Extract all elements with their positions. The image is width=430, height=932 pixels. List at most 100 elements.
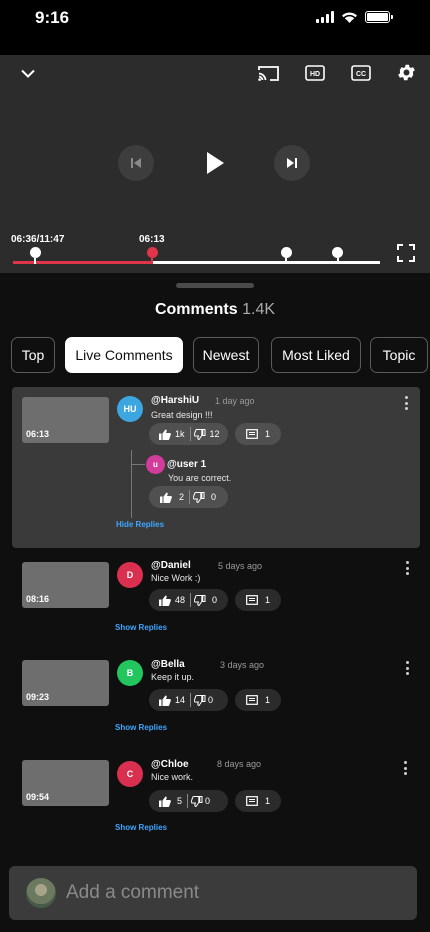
thumbs-up-icon[interactable] <box>159 796 171 807</box>
signal-icon <box>316 11 334 23</box>
comment-thumbnail[interactable]: 06:13 <box>22 397 109 443</box>
show-replies-link[interactable]: Show Replies <box>115 823 167 832</box>
comment-icon <box>246 796 258 806</box>
thumbs-down-icon[interactable] <box>193 428 206 440</box>
tab-top[interactable]: Top <box>11 337 55 373</box>
thumbs-down-icon[interactable] <box>191 795 203 807</box>
gear-icon[interactable] <box>395 61 417 83</box>
dislike-count: 0 <box>205 796 211 806</box>
tab-most-liked[interactable]: Most Liked <box>271 337 361 373</box>
show-replies-link[interactable]: Show Replies <box>115 623 167 632</box>
avatar[interactable]: D <box>117 562 143 588</box>
thumbs-down-icon[interactable] <box>194 694 206 706</box>
previous-icon[interactable] <box>118 145 154 181</box>
comment-item[interactable]: 06:13 HU @HarshiU 1 day ago Great design… <box>12 387 420 548</box>
dislike-count: 0 <box>208 695 214 705</box>
reply-count-button[interactable]: 1 <box>235 689 281 711</box>
tab-live-comments[interactable]: Live Comments <box>65 337 183 373</box>
next-icon[interactable] <box>274 145 310 181</box>
status-bar: 9:16 <box>0 0 430 55</box>
battery-icon <box>365 11 393 23</box>
thread-connector <box>131 464 145 465</box>
comment-time: 5 days ago <box>218 561 263 571</box>
dislike-count: 0 <box>212 595 218 605</box>
comment-time: 1 day ago <box>215 396 255 406</box>
cc-icon[interactable]: CC <box>350 64 372 82</box>
video-player[interactable]: HD CC 06:36/11:47 06:13 <box>0 55 430 273</box>
add-comment-input[interactable] <box>66 878 396 908</box>
user-avatar[interactable] <box>26 878 56 908</box>
thumbs-up-icon[interactable] <box>160 492 172 503</box>
reply-count: 1 <box>264 796 270 806</box>
comment-icon <box>246 595 258 605</box>
reply-count: 1 <box>264 695 270 705</box>
drag-handle[interactable] <box>176 283 254 288</box>
play-icon[interactable] <box>200 147 230 179</box>
thread-line <box>131 450 132 518</box>
comment-author[interactable]: @Daniel <box>151 560 191 571</box>
comment-item[interactable]: 09:23 B @Bella 3 days ago Keep it up. 14… <box>12 656 420 738</box>
thumbs-down-icon[interactable] <box>193 491 205 503</box>
svg-text:CC: CC <box>356 71 366 78</box>
avatar[interactable]: HU <box>117 396 143 422</box>
reply-count-button[interactable]: 1 <box>235 423 281 445</box>
like-dislike-group: 5 0 <box>149 790 228 812</box>
reply-text: You are correct. <box>168 473 232 483</box>
reply-author[interactable]: @user 1 <box>167 459 206 470</box>
reply-count: 1 <box>264 429 270 439</box>
like-count: 14 <box>175 695 186 705</box>
more-options-icon[interactable] <box>400 760 410 776</box>
comment-author[interactable]: @Bella <box>151 659 185 670</box>
comment-item[interactable]: 08:16 D @Daniel 5 days ago Nice Work :) … <box>12 557 420 639</box>
reply-avatar[interactable]: u <box>146 455 165 474</box>
comment-thumbnail[interactable]: 08:16 <box>22 562 109 608</box>
avatar[interactable]: C <box>117 761 143 787</box>
thumbs-up-icon[interactable] <box>159 595 171 606</box>
cast-icon[interactable] <box>257 63 279 83</box>
thumbs-up-icon[interactable] <box>159 429 171 440</box>
like-dislike-group: 1k 12 <box>149 423 228 445</box>
comments-sheet: Comments 1.4K Top Live Comments Newest M… <box>0 273 430 932</box>
dislike-count: 12 <box>209 429 220 439</box>
marker-highlight[interactable] <box>146 247 158 264</box>
comments-count: 1.4K <box>242 301 276 318</box>
thumbs-up-icon[interactable] <box>159 695 171 706</box>
hd-icon[interactable]: HD <box>304 64 326 82</box>
comment-thumbnail[interactable]: 09:23 <box>22 660 109 706</box>
comment-author[interactable]: @HarshiU <box>151 395 199 406</box>
reply-dislike-count: 0 <box>211 492 217 502</box>
comment-text: Keep it up. <box>151 672 195 682</box>
thumbs-down-icon[interactable] <box>194 594 206 606</box>
show-replies-link[interactable]: Show Replies <box>115 723 167 732</box>
tab-topic[interactable]: Topic <box>370 337 428 373</box>
comment-text: Great design !!! <box>151 410 213 420</box>
thumbnail-time: 09:23 <box>26 692 50 702</box>
comments-title: Comments 1.4K <box>0 301 430 319</box>
fullscreen-icon[interactable] <box>396 243 416 263</box>
marker-current[interactable] <box>29 247 41 264</box>
more-options-icon[interactable] <box>402 660 412 676</box>
reply-count-button[interactable]: 1 <box>235 589 281 611</box>
comment-item[interactable]: 09:54 C @Chloe 8 days ago Nice work. 5 0… <box>12 757 420 839</box>
like-count: 1k <box>175 429 185 439</box>
status-time: 9:16 <box>35 8 70 27</box>
more-options-icon[interactable] <box>402 560 412 576</box>
like-dislike-group: 48 0 <box>149 589 228 611</box>
comment-author[interactable]: @Chloe <box>151 759 189 770</box>
comment-thumbnail[interactable]: 09:54 <box>22 760 109 806</box>
reply-count: 1 <box>264 595 270 605</box>
like-dislike-group: 14 0 <box>149 689 228 711</box>
chevron-down-icon[interactable] <box>18 65 38 81</box>
marker-time: 06:13 <box>139 234 165 245</box>
like-count: 5 <box>177 796 183 806</box>
thumbnail-time: 06:13 <box>26 429 50 439</box>
tab-newest[interactable]: Newest <box>193 337 259 373</box>
current-time: 06:36/11:47 <box>11 234 65 245</box>
hide-replies-link[interactable]: Hide Replies <box>116 520 164 529</box>
avatar[interactable]: B <box>117 660 143 686</box>
marker-2[interactable] <box>280 247 292 264</box>
comment-text: Nice Work :) <box>151 573 201 583</box>
marker-3[interactable] <box>332 247 344 264</box>
reply-count-button[interactable]: 1 <box>235 790 281 812</box>
more-options-icon[interactable] <box>401 395 411 411</box>
